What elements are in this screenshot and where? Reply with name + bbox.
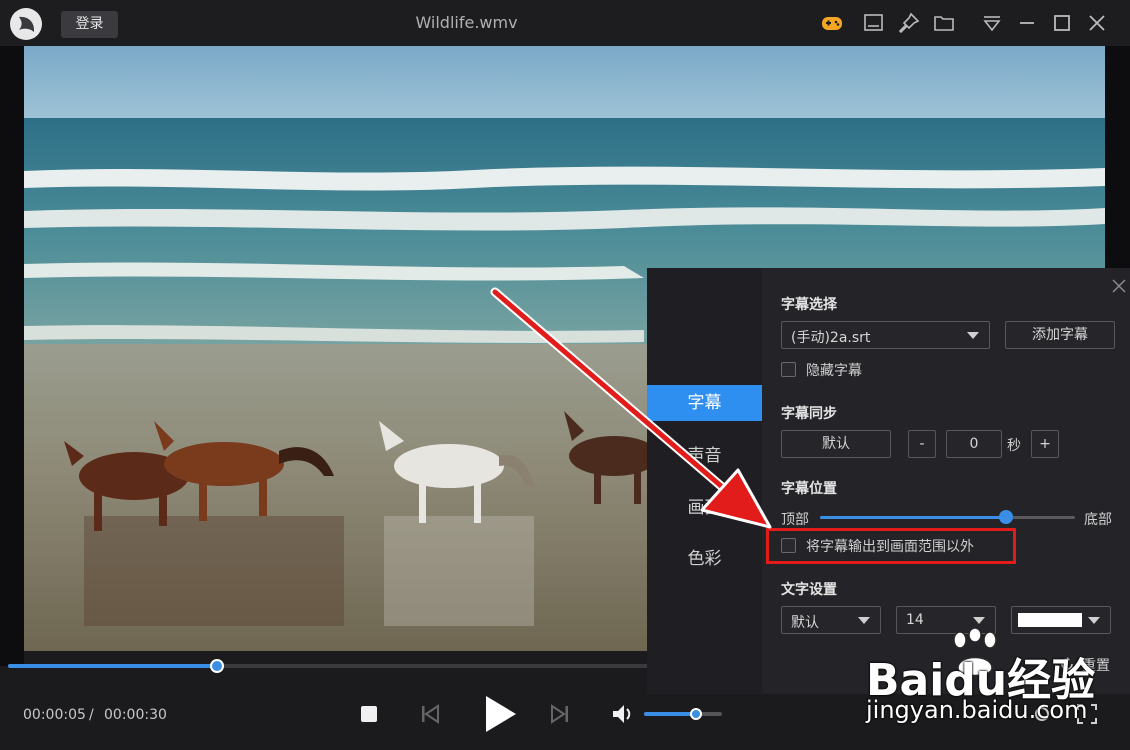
time-current: 00:00:05 xyxy=(23,707,86,723)
sync-unit-label: 秒 xyxy=(1007,438,1021,454)
font-value: 默认 xyxy=(791,615,819,631)
next-icon[interactable] xyxy=(546,700,574,728)
position-fill xyxy=(820,516,1007,519)
position-knob[interactable] xyxy=(999,510,1014,524)
window-title: Wildlife.wmv xyxy=(415,13,518,32)
watermark-url: jingyan.baidu.com xyxy=(866,696,1088,724)
section-title-subtitle-position: 字幕位置 xyxy=(781,481,837,497)
screenshot-icon[interactable] xyxy=(862,11,886,35)
folder-icon[interactable] xyxy=(932,11,956,35)
volume-icon[interactable] xyxy=(608,700,636,728)
position-bottom-label: 底部 xyxy=(1084,512,1112,528)
font-select[interactable]: 默认 xyxy=(781,606,881,634)
highlight-box xyxy=(766,528,1016,564)
panel-close-icon[interactable] xyxy=(1111,278,1127,294)
add-subtitle-button[interactable]: 添加字幕 xyxy=(1005,321,1115,349)
section-title-text-settings: 文字设置 xyxy=(781,582,837,598)
font-color-select[interactable] xyxy=(1011,606,1111,634)
progress-fill xyxy=(8,664,218,668)
subtitle-file-select[interactable]: (手动)2a.srt xyxy=(781,321,990,349)
section-title-subtitle-sync: 字幕同步 xyxy=(781,406,837,422)
hide-subtitle-label: 隐藏字幕 xyxy=(806,363,862,379)
position-top-label: 顶部 xyxy=(781,512,809,528)
chevron-down-icon xyxy=(973,617,985,624)
time-total: 00:00:30 xyxy=(104,707,167,723)
subtitle-file-value: (手动)2a.srt xyxy=(791,330,871,346)
volume-fill xyxy=(644,712,697,716)
progress-knob[interactable] xyxy=(210,659,225,673)
close-icon[interactable] xyxy=(1085,11,1109,35)
font-color-swatch xyxy=(1018,613,1082,627)
video-border-left xyxy=(0,46,24,666)
game-controller-icon[interactable] xyxy=(820,11,844,35)
subtitle-position-slider[interactable] xyxy=(820,510,1075,524)
previous-icon[interactable] xyxy=(416,700,444,728)
volume-slider[interactable] xyxy=(644,708,722,720)
sync-value-input[interactable]: 0 xyxy=(946,430,1002,458)
sync-minus-button[interactable]: - xyxy=(908,430,936,458)
font-size-value: 14 xyxy=(906,612,924,628)
sync-default-button[interactable]: 默认 xyxy=(781,430,891,458)
hide-subtitle-checkbox[interactable] xyxy=(781,362,796,377)
sync-plus-button[interactable]: + xyxy=(1031,430,1059,458)
menu-icon[interactable] xyxy=(980,11,1004,35)
tab-color[interactable]: 色彩 xyxy=(647,541,762,577)
pin-icon[interactable] xyxy=(897,11,921,35)
section-title-subtitle-select: 字幕选择 xyxy=(781,297,837,313)
time-separator: / xyxy=(89,707,94,723)
chevron-down-icon xyxy=(1088,617,1100,624)
chevron-down-icon xyxy=(967,332,979,339)
play-icon[interactable] xyxy=(480,692,520,736)
annotation-arrow-icon xyxy=(490,287,772,529)
maximize-icon[interactable] xyxy=(1050,11,1074,35)
chevron-down-icon xyxy=(858,617,870,624)
stop-icon[interactable] xyxy=(355,700,383,728)
minimize-icon[interactable] xyxy=(1015,11,1039,35)
